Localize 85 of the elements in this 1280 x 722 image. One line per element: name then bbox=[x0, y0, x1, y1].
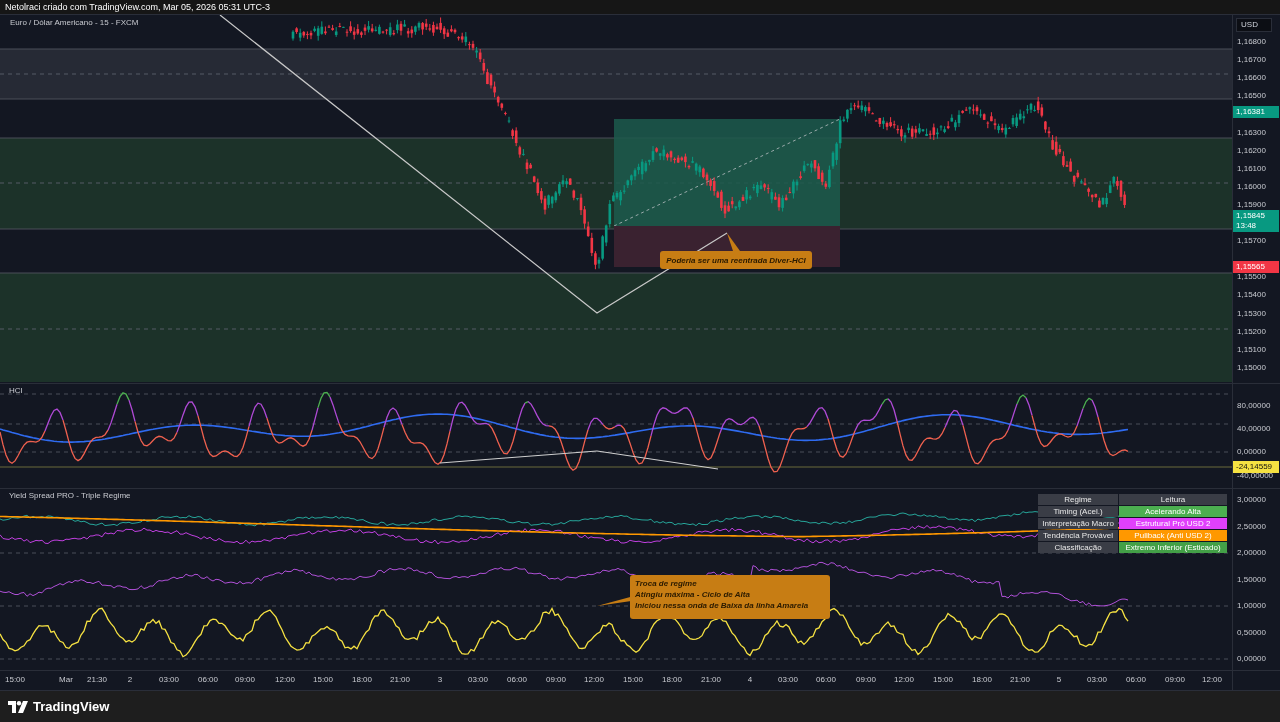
price-label: 1,16100 bbox=[1237, 163, 1266, 174]
table-cell: Tendência Provável bbox=[1038, 530, 1119, 541]
price-label: 1,15200 bbox=[1237, 326, 1266, 337]
time-label: 15:00 bbox=[623, 675, 643, 684]
value-badge: -24,14559 bbox=[1233, 461, 1280, 473]
indicator-title: HCI bbox=[9, 386, 23, 395]
price-label: 1,16000 bbox=[1237, 181, 1266, 192]
table-header: Regime bbox=[1038, 494, 1119, 505]
table-cell: Extremo Inferior (Esticado) bbox=[1119, 542, 1228, 553]
scale-label: 1,00000 bbox=[1237, 601, 1266, 611]
time-label: 15:00 bbox=[933, 675, 953, 684]
time-label: 21:00 bbox=[1010, 675, 1030, 684]
time-label: 03:00 bbox=[159, 675, 179, 684]
price-value: 1,15845 bbox=[1236, 210, 1266, 221]
time-label: 06:00 bbox=[198, 675, 218, 684]
logo-icon bbox=[8, 700, 28, 713]
table-cell: Classificação bbox=[1038, 542, 1119, 553]
indicator-title: Yield Spread PRO - Triple Regime bbox=[9, 491, 131, 500]
price-label: 1,16200 bbox=[1237, 145, 1266, 156]
time-label: 12:00 bbox=[1202, 675, 1222, 684]
time-label: 21:00 bbox=[701, 675, 721, 684]
price-value: 1,15565 bbox=[1236, 261, 1266, 272]
time-label: 06:00 bbox=[816, 675, 836, 684]
price-value: 1,16381 bbox=[1236, 106, 1266, 117]
time-label: 09:00 bbox=[235, 675, 255, 684]
leader-line bbox=[727, 233, 740, 251]
attribution-text: Netolraci criado com TradingView.com, Mar 05, 2026 05:31 UTC-3 bbox=[5, 2, 270, 12]
time-label: 03:00 bbox=[778, 675, 798, 684]
time-label: 09:00 bbox=[1165, 675, 1185, 684]
time-label: 12:00 bbox=[584, 675, 604, 684]
table-cell: Interpretação Macro bbox=[1038, 518, 1119, 529]
price-label: 1,16600 bbox=[1237, 73, 1266, 84]
time-label: 03:00 bbox=[1087, 675, 1107, 684]
time-label: 15:00 bbox=[313, 675, 333, 684]
scale-label: 40,00000 bbox=[1237, 424, 1271, 434]
time-label: 09:00 bbox=[856, 675, 876, 684]
callout-line: Atingiu máxima - Ciclo de Alta bbox=[635, 589, 751, 600]
scale-label: 80,00000 bbox=[1237, 401, 1271, 411]
price-label: 1,15700 bbox=[1237, 236, 1266, 247]
countdown-text: 13:48 bbox=[1236, 220, 1258, 231]
price-label: 1,16500 bbox=[1237, 91, 1266, 102]
time-label: 18:00 bbox=[972, 675, 992, 684]
price-label: 1,15100 bbox=[1237, 344, 1266, 355]
time-label: 18:00 bbox=[352, 675, 372, 684]
time-label: 06:00 bbox=[1126, 675, 1146, 684]
time-label: 12:00 bbox=[275, 675, 295, 684]
price-label: 1,15300 bbox=[1237, 308, 1266, 319]
scale-label: 0,50000 bbox=[1237, 627, 1266, 638]
time-label: 12:00 bbox=[894, 675, 914, 684]
scale-label: 2,00000 bbox=[1237, 548, 1266, 558]
price-label: 1,16800 bbox=[1237, 37, 1266, 47]
time-label: 21:00 bbox=[390, 675, 410, 684]
callout-line: Iniciou nessa onda de Baixa da linha Amarela bbox=[635, 600, 810, 611]
time-label: 2 bbox=[127, 675, 133, 684]
time-label: 4 bbox=[747, 675, 753, 684]
time-label: 18:00 bbox=[662, 675, 682, 684]
table-cell: Estrutural Pró USD 2 bbox=[1119, 518, 1228, 529]
time-label: 03:00 bbox=[468, 675, 488, 684]
table-cell: Acelerando Alta bbox=[1119, 506, 1228, 517]
price-label: 1,15500 bbox=[1237, 272, 1266, 283]
price-label: 1,15900 bbox=[1237, 199, 1266, 210]
time-label: 15:00 bbox=[5, 675, 25, 684]
scale-label: 0,00000 bbox=[1237, 654, 1266, 664]
time-label: 5 bbox=[1056, 675, 1062, 684]
scale-label: 2,50000 bbox=[1237, 521, 1266, 532]
table-cell: Timing (Acel.) bbox=[1038, 506, 1119, 517]
brand-name: TradingView bbox=[33, 699, 110, 714]
table-cell: Pullback (Anti USD 2) bbox=[1119, 530, 1228, 541]
callout-line: Troca de regime bbox=[635, 578, 698, 589]
scale-label: 3,00000 bbox=[1237, 495, 1266, 505]
symbol-title: Euro / Dólar Americano - 15 - FXCM bbox=[10, 18, 139, 27]
table-header: Leitura bbox=[1119, 494, 1228, 505]
time-label: 06:00 bbox=[507, 675, 527, 684]
price-label: 1,15000 bbox=[1237, 362, 1266, 373]
time-label: 09:00 bbox=[546, 675, 566, 684]
price-label: 1,15400 bbox=[1237, 290, 1266, 301]
time-label: Mar bbox=[59, 675, 73, 684]
scale-label: -40,00000 bbox=[1237, 471, 1274, 481]
price-label: 1,16700 bbox=[1237, 55, 1266, 66]
time-label: 21:30 bbox=[87, 675, 107, 684]
scale-label: 0,00000 bbox=[1237, 447, 1266, 457]
currency-label[interactable]: USD bbox=[1236, 18, 1273, 32]
scale-label: 1,50000 bbox=[1237, 574, 1266, 585]
time-label: 3 bbox=[437, 675, 443, 684]
price-label: 1,16300 bbox=[1237, 127, 1266, 138]
